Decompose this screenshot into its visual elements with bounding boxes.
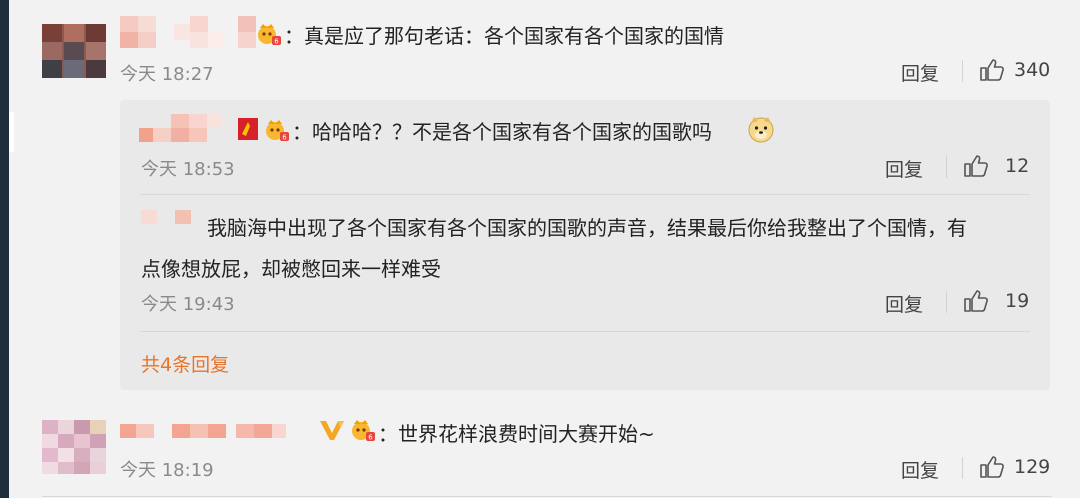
thumbs-up-icon[interactable] xyxy=(963,289,989,313)
reply-button[interactable]: 回复 xyxy=(885,155,923,182)
vip-badge-icon: 6 xyxy=(352,420,375,442)
reply-username[interactable] xyxy=(141,210,201,244)
like-count: 19 xyxy=(1005,290,1030,312)
divider xyxy=(140,194,1030,195)
comment-time: 今天 18:27 xyxy=(120,64,214,85)
avatar[interactable] xyxy=(42,24,106,78)
flag-badge-icon xyxy=(238,118,258,140)
divider xyxy=(962,457,963,479)
window-edge-notch xyxy=(9,112,14,152)
divider xyxy=(946,156,947,178)
reply-text: 我脑海中出现了各个国家有各个国家的国歌的声音，结果最后你给我整出了个国情，有 xyxy=(207,216,967,240)
reply-text-continued: 点像想放屁，却被憋回来一样难受 xyxy=(141,257,441,281)
reply-time: 今天 18:53 xyxy=(141,159,235,180)
thumbs-up-icon[interactable] xyxy=(979,58,1005,82)
view-more-replies-link[interactable]: 共4条回复 xyxy=(141,350,229,377)
reply-button[interactable]: 回复 xyxy=(901,59,939,86)
reply-button[interactable]: 回复 xyxy=(885,290,923,317)
vip-badge-icon: 6 xyxy=(266,120,289,142)
doge-emoji xyxy=(748,117,774,143)
comment-time: 今天 18:19 xyxy=(120,460,214,481)
reply-text: 哈哈哈？？不是各个国家有各个国家的国歌吗 xyxy=(312,120,712,144)
reply-button[interactable]: 回复 xyxy=(901,456,939,483)
comment-colon: ： xyxy=(378,422,398,446)
thumbs-up-icon[interactable] xyxy=(979,455,1005,479)
reply-username[interactable] xyxy=(139,114,239,148)
username[interactable] xyxy=(120,422,320,456)
svg-text:6: 6 xyxy=(274,38,279,46)
comment-text: 真是应了那句老话：各个国家有各个国家的国情 xyxy=(304,24,724,48)
divider xyxy=(42,496,1052,497)
comment-colon: ： xyxy=(284,24,304,48)
like-count: 129 xyxy=(1014,456,1051,478)
reply-time: 今天 19:43 xyxy=(141,294,235,315)
vip-badge-icon: 6 xyxy=(258,24,281,46)
reply-colon: ： xyxy=(292,120,312,144)
divider xyxy=(962,60,963,82)
window-edge xyxy=(0,0,9,498)
svg-text:6: 6 xyxy=(368,434,373,442)
like-count: 340 xyxy=(1014,59,1051,81)
divider xyxy=(946,291,947,313)
svg-text:6: 6 xyxy=(282,134,287,142)
avatar[interactable] xyxy=(42,420,106,474)
v-badge-icon xyxy=(320,421,344,440)
thumbs-up-icon[interactable] xyxy=(963,154,989,178)
comment-text: 世界花样浪费时间大赛开始~ xyxy=(398,422,655,446)
like-count: 12 xyxy=(1005,155,1030,177)
divider xyxy=(140,331,1030,332)
